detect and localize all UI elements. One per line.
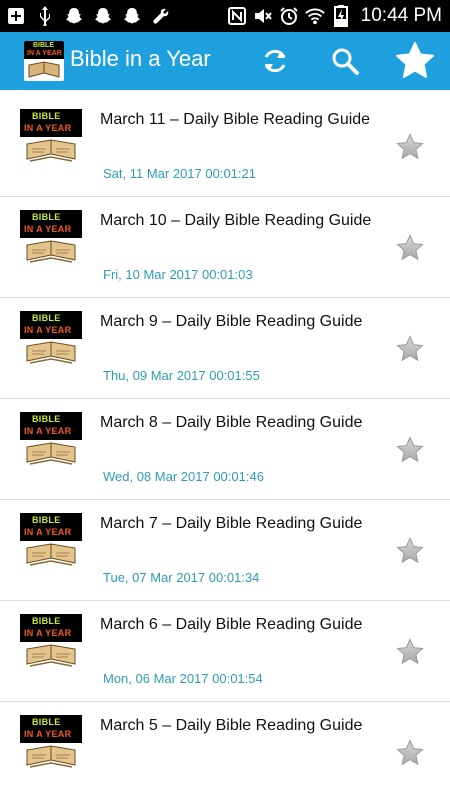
item-date: Sat, 11 Mar 2017 00:01:21 xyxy=(103,166,256,181)
item-thumbnail: BIBLE IN A YEAR xyxy=(20,614,82,671)
list-item[interactable]: BIBLE IN A YEAR March 8 – Daily Bible Re… xyxy=(0,399,450,500)
thumbnail-text-1: BIBLE xyxy=(32,414,61,424)
favorite-star-icon[interactable] xyxy=(396,739,424,767)
thumbnail-text-1: BIBLE xyxy=(32,111,61,121)
thumbnail-text-2: IN A YEAR xyxy=(24,325,72,335)
favorite-star-icon[interactable] xyxy=(396,436,424,464)
mute-icon xyxy=(253,6,273,26)
list-item[interactable]: BIBLE IN A YEAR March 10 – Daily Bible R… xyxy=(0,197,450,298)
thumbnail-text-1: BIBLE xyxy=(32,212,61,222)
favorite-star-icon[interactable] xyxy=(396,133,424,161)
app-title: Bible in a Year xyxy=(70,46,211,71)
refresh-button[interactable] xyxy=(255,41,295,81)
item-thumbnail: BIBLE IN A YEAR xyxy=(20,311,82,368)
item-title: March 5 – Daily Bible Reading Guide xyxy=(100,717,363,734)
wifi-icon xyxy=(304,6,325,26)
favorites-button[interactable] xyxy=(393,41,437,81)
thumbnail-text-2: IN A YEAR xyxy=(24,628,72,638)
thumbnail-text-2: IN A YEAR xyxy=(24,527,72,537)
item-date: Tue, 07 Mar 2017 00:01:34 xyxy=(103,570,260,585)
favorite-star-icon[interactable] xyxy=(396,335,424,363)
list-item[interactable]: BIBLE IN A YEAR March 6 – Daily Bible Re… xyxy=(0,601,450,702)
usb-icon xyxy=(35,6,55,26)
thumbnail-text-1: BIBLE xyxy=(32,313,61,323)
wrench-icon xyxy=(151,6,171,26)
alarm-icon xyxy=(279,6,299,26)
favorite-star-icon[interactable] xyxy=(396,234,424,262)
app-logo-text-2: IN A YEAR xyxy=(27,50,62,57)
bible-book-icon xyxy=(24,642,78,671)
item-thumbnail: BIBLE IN A YEAR xyxy=(20,210,82,267)
item-thumbnail: BIBLE IN A YEAR xyxy=(20,715,82,772)
list-item[interactable]: BIBLE IN A YEAR March 5 – Daily Bible Re… xyxy=(0,702,450,800)
favorite-star-icon[interactable] xyxy=(396,638,424,666)
thumbnail-text-2: IN A YEAR xyxy=(24,426,72,436)
item-title: March 7 – Daily Bible Reading Guide xyxy=(100,515,363,532)
battery-charging-icon xyxy=(331,5,351,27)
thumbnail-text-2: IN A YEAR xyxy=(24,729,72,739)
thumbnail-text-1: BIBLE xyxy=(32,515,61,525)
action-bar: BIBLE IN A YEAR Bible in a Year xyxy=(0,32,450,90)
thumbnail-text-1: BIBLE xyxy=(32,616,61,626)
item-title: March 6 – Daily Bible Reading Guide xyxy=(100,616,363,633)
favorite-star-icon[interactable] xyxy=(396,537,424,565)
refresh-icon xyxy=(264,49,286,73)
bible-book-icon xyxy=(24,339,78,368)
article-list[interactable]: BIBLE IN A YEAR March 11 – Daily Bible R… xyxy=(0,96,450,800)
thumbnail-text-2: IN A YEAR xyxy=(24,224,72,234)
nfc-icon xyxy=(227,6,247,26)
clock: 10:44 PM xyxy=(360,5,442,26)
bible-book-icon xyxy=(24,137,78,166)
bible-book-icon xyxy=(24,743,78,772)
app-logo-text-1: BIBLE xyxy=(33,42,54,49)
item-title: March 9 – Daily Bible Reading Guide xyxy=(100,313,363,330)
notification-icons xyxy=(6,4,171,28)
item-title: March 10 – Daily Bible Reading Guide xyxy=(100,212,372,229)
thumbnail-text-2: IN A YEAR xyxy=(24,123,72,133)
bible-book-icon xyxy=(24,440,78,469)
bible-book-icon xyxy=(24,238,78,267)
plus-box-icon xyxy=(6,6,26,26)
thumbnail-text-1: BIBLE xyxy=(32,717,61,727)
bible-book-icon xyxy=(24,541,78,570)
list-item[interactable]: BIBLE IN A YEAR March 9 – Daily Bible Re… xyxy=(0,298,450,399)
status-bar: 10:44 PM xyxy=(0,0,450,32)
item-date: Wed, 08 Mar 2017 00:01:46 xyxy=(103,469,264,484)
item-thumbnail: BIBLE IN A YEAR xyxy=(20,412,82,469)
search-icon xyxy=(332,48,359,75)
item-title: March 11 – Daily Bible Reading Guide xyxy=(100,111,371,128)
item-date: Thu, 09 Mar 2017 00:01:55 xyxy=(103,368,260,383)
system-icons: 10:44 PM xyxy=(227,4,442,28)
snapchat-icon xyxy=(122,6,142,26)
list-item[interactable]: BIBLE IN A YEAR March 7 – Daily Bible Re… xyxy=(0,500,450,601)
item-date: Fri, 10 Mar 2017 00:01:03 xyxy=(103,267,253,282)
star-icon xyxy=(396,42,434,78)
item-title: March 8 – Daily Bible Reading Guide xyxy=(100,414,363,431)
item-thumbnail: BIBLE IN A YEAR xyxy=(20,513,82,570)
item-thumbnail: BIBLE IN A YEAR xyxy=(20,109,82,166)
list-item[interactable]: BIBLE IN A YEAR March 11 – Daily Bible R… xyxy=(0,96,450,197)
snapchat-icon xyxy=(64,6,84,26)
item-date: Mon, 06 Mar 2017 00:01:54 xyxy=(103,671,263,686)
snapchat-icon xyxy=(93,6,113,26)
search-button[interactable] xyxy=(325,41,365,81)
app-logo[interactable]: BIBLE IN A YEAR xyxy=(24,41,64,81)
